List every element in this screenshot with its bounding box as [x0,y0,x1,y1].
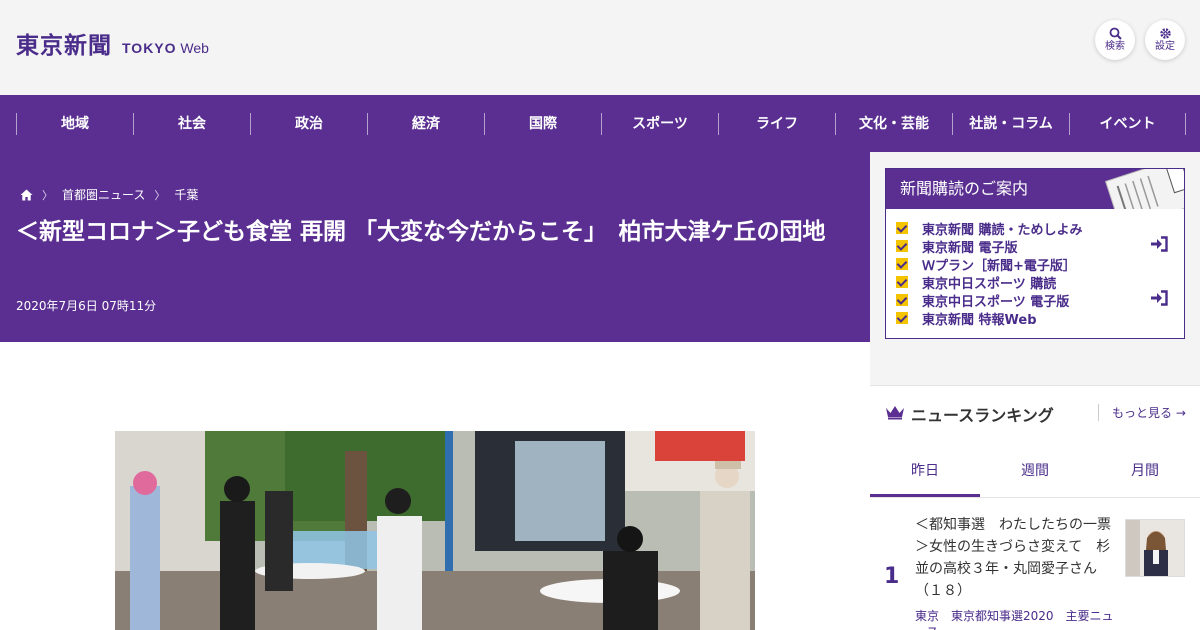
site-logo[interactable]: 東京新聞 TOKYO Web [16,26,209,60]
subscription-banner[interactable]: 新聞購読のご案内 [886,169,1184,209]
sidebar: 新聞購読のご案内 東京新聞 購読・ためしよみ 東京新聞 電子版 Ｗプラン［新聞+… [870,152,1200,630]
breadcrumb-separator: 〉 [154,188,166,202]
checkbox-icon [896,312,908,324]
newspaper-icon [1105,169,1184,209]
login-icon[interactable] [1150,236,1168,256]
subscription-item-label: 東京中日スポーツ 購読 [922,276,1057,292]
login-icon[interactable] [1150,290,1168,310]
nav-item-sports[interactable]: スポーツ [601,112,718,135]
subscription-item-label: 東京新聞 特報Web [922,312,1037,328]
article-body [0,342,870,630]
breadcrumb-metro-news[interactable]: 首都圏ニュース [62,186,145,203]
subscription-item-label: 東京新聞 購読・ためしよみ [922,222,1083,238]
ranking-tags[interactable]: 東京 東京都知事選2020 主要ニュース [915,608,1120,630]
tab-weekly[interactable]: 週間 [980,446,1090,497]
logo-kanji: 東京新聞 [16,32,112,59]
subscription-item-label: 東京中日スポーツ 電子版 [922,294,1070,310]
subscription-item[interactable]: Ｗプラン［新聞+電子版］ [896,255,1184,274]
crown-icon [885,404,905,424]
ranking-number: 1 [884,564,900,589]
main-nav: 地域 社会 政治 経済 国際 スポーツ ライフ 文化・芸能 社説・コラム イベン… [0,95,1200,152]
checkbox-icon [896,276,908,288]
ranking-title: ニュースランキング [911,406,1054,425]
gear-icon [1145,25,1185,41]
search-button[interactable]: 検索 [1095,20,1135,60]
logo-english: TOKYO Web [122,40,209,56]
breadcrumb-separator: 〉 [42,188,53,202]
ranking-thumbnail[interactable] [1125,519,1185,577]
article-header: 〉 首都圏ニュース 〉 千葉 ＜新型コロナ＞子ども食堂 再開 「大変な今だからこ… [0,152,870,342]
nav-item-society[interactable]: 社会 [133,112,250,135]
ranking-more-label: もっと見る [1112,406,1173,420]
subscription-title: 新聞購読のご案内 [900,179,1029,198]
nav-item-events[interactable]: イベント [1069,112,1186,135]
subscription-item[interactable]: 東京新聞 購読・ためしよみ [896,219,1184,238]
subscription-box: 新聞購読のご案内 東京新聞 購読・ためしよみ 東京新聞 電子版 Ｗプラン［新聞+… [885,168,1185,339]
checkbox-icon [896,240,908,252]
search-icon [1095,25,1135,41]
settings-button[interactable]: 設定 [1145,20,1185,60]
nav-item-editorial[interactable]: 社説・コラム [952,112,1069,135]
news-ranking: ニュースランキング もっと見る → 昨日 週間 月間 1 ＜都知事選 わたしたち… [870,385,1200,630]
subscription-item-label: 東京新聞 電子版 [922,240,1018,256]
subscription-list: 東京新聞 購読・ためしよみ 東京新聞 電子版 Ｗプラン［新聞+電子版］ 東京中日… [886,209,1184,328]
ranking-header: ニュースランキング [885,402,1054,426]
article-photo [115,431,755,630]
nav-item-politics[interactable]: 政治 [250,112,367,135]
settings-label: 設定 [1155,41,1175,52]
subscription-item[interactable]: 東京中日スポーツ 購読 [896,273,1184,292]
nav-item-region[interactable]: 地域 [16,112,133,135]
checkbox-icon [896,222,908,234]
ranking-headline[interactable]: ＜都知事選 わたしたちの一票＞女性の生きづらさ変えて 杉並の高校３年・丸岡愛子さ… [915,514,1115,602]
ranking-more-link[interactable]: もっと見る → [1098,404,1186,421]
logo-web: Web [180,40,209,56]
logo-tokyo: TOKYO [122,40,177,56]
breadcrumb-chiba[interactable]: 千葉 [174,186,198,203]
subscription-item[interactable]: 東京中日スポーツ 電子版 [896,290,1184,310]
subscription-item[interactable]: 東京新聞 電子版 [896,236,1184,256]
checkbox-icon [896,294,908,306]
breadcrumb: 〉 首都圏ニュース 〉 千葉 [20,186,198,203]
subscription-item-label: Ｗプラン［新聞+電子版］ [922,258,1076,274]
home-icon[interactable] [20,189,33,201]
nav-item-economy[interactable]: 経済 [367,112,484,135]
ranking-tabs: 昨日 週間 月間 [870,446,1200,498]
search-label: 検索 [1105,41,1125,52]
subscription-item[interactable]: 東京新聞 特報Web [896,309,1184,328]
arrow-right-icon: → [1175,406,1186,420]
nav-item-life[interactable]: ライフ [718,112,835,135]
site-header: 東京新聞 TOKYO Web 検索 設定 [0,0,1200,95]
nav-item-international[interactable]: 国際 [484,112,601,135]
checkbox-icon [896,258,908,270]
nav-item-culture[interactable]: 文化・芸能 [835,112,952,135]
tab-monthly[interactable]: 月間 [1090,446,1200,497]
publish-date: 2020年7月6日 07時11分 [16,299,157,313]
tab-yesterday[interactable]: 昨日 [870,446,980,497]
article-headline: ＜新型コロナ＞子ども食堂 再開 「大変な今だからこそ」 柏市大津ケ丘の団地 [16,219,826,245]
